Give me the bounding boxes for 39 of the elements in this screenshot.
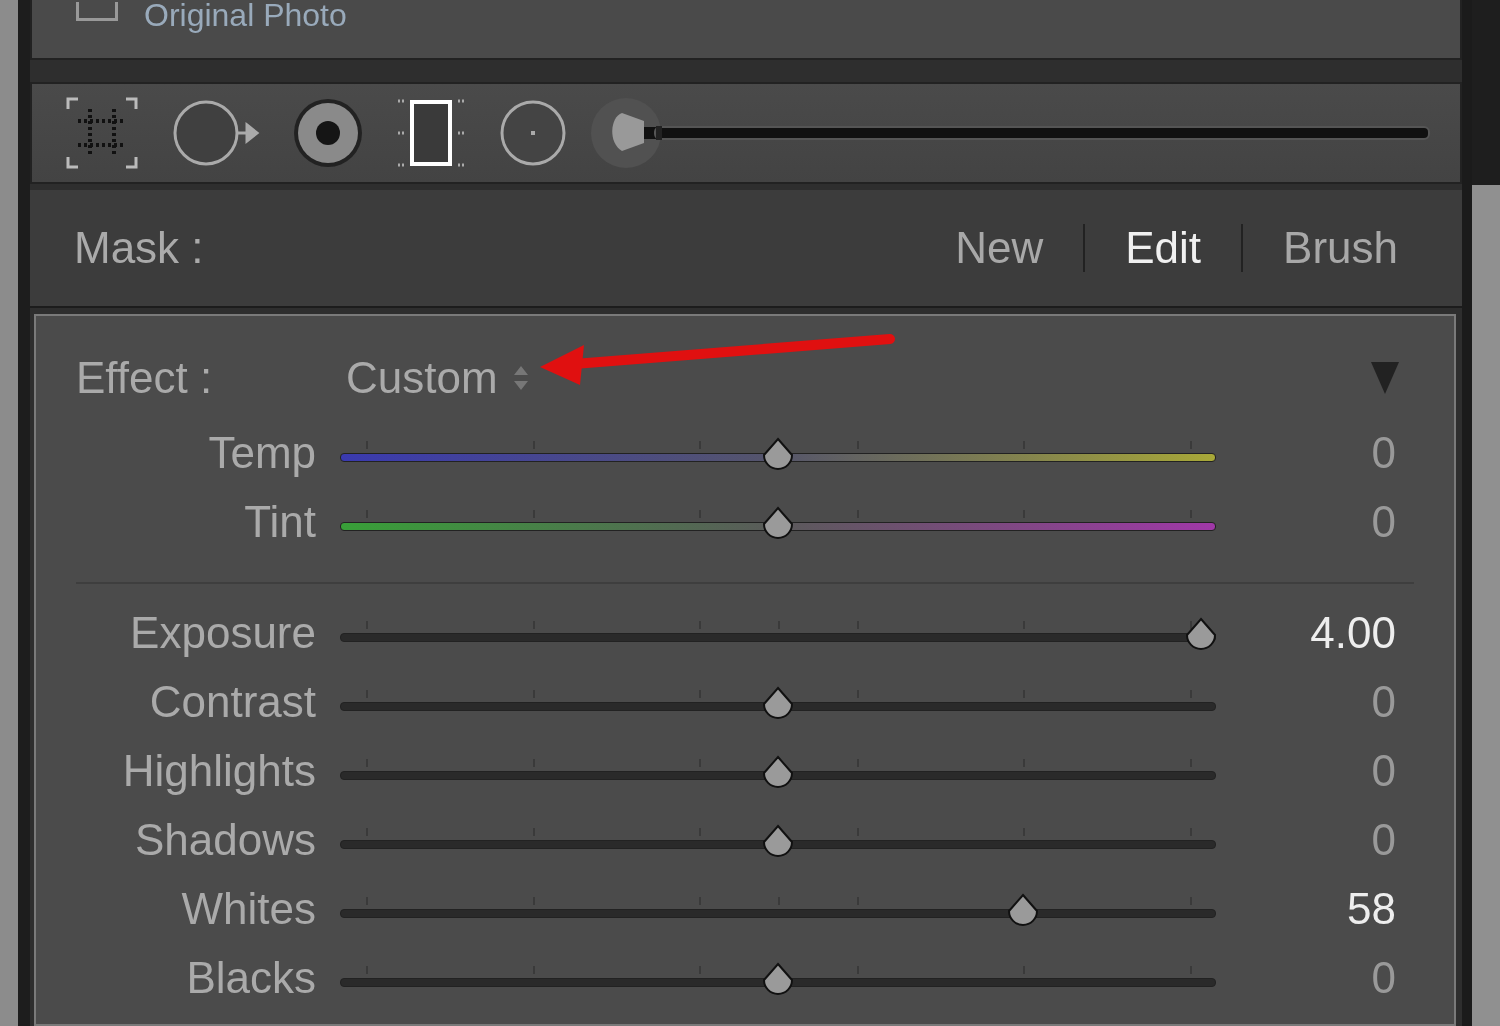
mask-tab[interactable]: Brush (1263, 223, 1418, 273)
slider-value: 0 (1370, 427, 1396, 478)
mask-tab[interactable]: Edit (1105, 223, 1222, 273)
slider-thumb[interactable] (656, 126, 662, 140)
effect-dropdown[interactable]: Custom (346, 353, 530, 403)
slider-thumb[interactable] (761, 823, 795, 858)
slider-value: 4.00 (1309, 607, 1396, 658)
eye-icon[interactable] (292, 97, 364, 169)
graduated-filter-icon[interactable] (396, 98, 466, 168)
slider-label: Highlights (121, 745, 316, 796)
slider-thumb[interactable] (1184, 616, 1219, 651)
slider-thumb[interactable] (761, 505, 795, 540)
slider-label: Tint (243, 496, 316, 547)
mask-tab[interactable]: New (935, 223, 1064, 273)
slider-label: Exposure (129, 607, 316, 658)
slider-thumb[interactable] (761, 436, 795, 471)
slider-label: Whites (180, 883, 316, 934)
mask-label: Mask : (74, 223, 204, 273)
brush-icon[interactable] (590, 97, 662, 169)
slider-value: 0 (1370, 745, 1396, 796)
checkbox[interactable] (76, 2, 118, 21)
slider-label: Blacks (185, 952, 316, 1003)
spot-circle-icon[interactable] (498, 98, 568, 168)
slider-thumb[interactable] (1006, 892, 1041, 927)
slider-thumb[interactable] (761, 961, 795, 996)
brush-size-slider[interactable] (654, 126, 1430, 140)
slider-value: 58 (1346, 883, 1396, 934)
slider-value: 0 (1370, 676, 1396, 727)
slider-value: 0 (1370, 496, 1396, 547)
slider-value: 0 (1370, 952, 1396, 1003)
slider-thumb[interactable] (761, 754, 795, 789)
slider-label: Contrast (148, 676, 316, 727)
slider-value: 0 (1370, 814, 1396, 865)
slider-label: Temp (207, 427, 316, 478)
scrollbar[interactable] (1472, 0, 1500, 1026)
slider-thumb[interactable] (761, 685, 795, 720)
effect-label: Effect : (76, 353, 214, 403)
crop-overlay-icon[interactable] (64, 95, 140, 171)
slider-label: Shadows (134, 814, 316, 865)
